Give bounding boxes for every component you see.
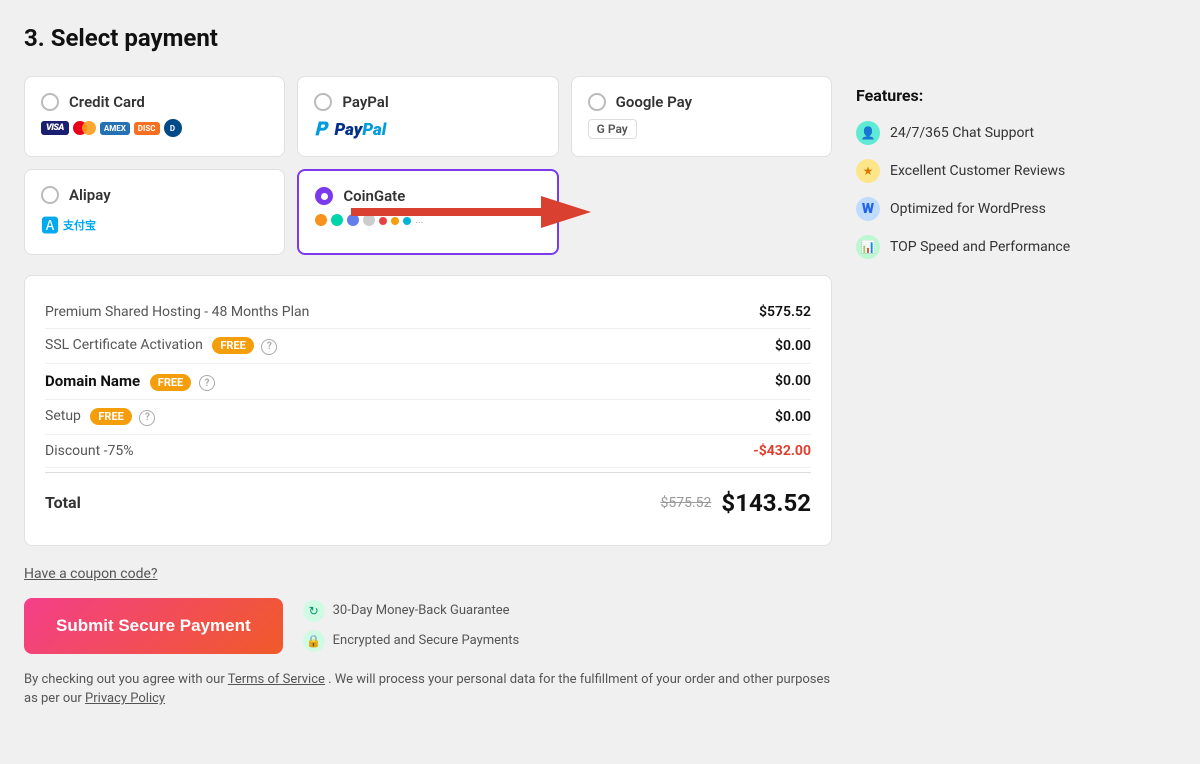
sidebar: Features: 👤 24/7/365 Chat Support ★ Exce… <box>856 76 1176 273</box>
setup-value: $0.00 <box>775 409 811 425</box>
coupon-link[interactable]: Have a coupon code? <box>24 566 832 582</box>
feature-reviews-text: Excellent Customer Reviews <box>890 163 1065 179</box>
lock-icon: 🔒 <box>303 630 325 652</box>
feature-speed: 📊 TOP Speed and Performance <box>856 235 1176 259</box>
order-item-setup: Setup FREE ? $0.00 <box>45 400 811 435</box>
radio-paypal <box>314 93 332 111</box>
feature-reviews: ★ Excellent Customer Reviews <box>856 159 1176 183</box>
ssl-free-badge: FREE <box>212 337 253 354</box>
trust-item-secure: 🔒 Encrypted and Secure Payments <box>303 630 520 652</box>
setup-help-icon[interactable]: ? <box>139 410 155 426</box>
alipay-label: Alipay <box>69 186 111 204</box>
radio-credit-card <box>41 93 59 111</box>
payment-option-credit-card[interactable]: Credit Card VISA AMEX DISC D <box>24 76 285 157</box>
submit-section: Submit Secure Payment ↻ 30-Day Money-Bac… <box>24 598 832 654</box>
litecoin-icon <box>331 214 343 226</box>
hosting-label: Premium Shared Hosting - 48 Months Plan <box>45 304 309 320</box>
arrow-svg <box>351 192 591 232</box>
guarantee-text: 30-Day Money-Back Guarantee <box>333 603 510 618</box>
payment-methods-row1: Credit Card VISA AMEX DISC D PayPal <box>24 76 832 157</box>
visa-icon: VISA <box>41 121 69 135</box>
mastercard-icon <box>73 121 96 135</box>
domain-free-badge: FREE <box>150 374 191 391</box>
gpay-icons: G Pay <box>588 119 815 139</box>
discount-label: Discount -75% <box>45 443 134 459</box>
legal-text: By checking out you agree with our Terms… <box>24 670 832 709</box>
order-total-row: Total $575.52 $143.52 <box>45 473 811 525</box>
wp-icon: W <box>856 197 880 221</box>
bitcoin-icon <box>315 214 327 226</box>
amex-icon: AMEX <box>100 122 130 135</box>
feature-speed-text: TOP Speed and Performance <box>890 239 1070 255</box>
total-new-price: $143.52 <box>721 489 811 517</box>
feature-wordpress: W Optimized for WordPress <box>856 197 1176 221</box>
domain-value: $0.00 <box>775 373 811 389</box>
payment-option-google-pay[interactable]: Google Pay G Pay <box>571 76 832 157</box>
terms-link[interactable]: Terms of Service <box>228 672 325 687</box>
setup-label: Setup FREE ? <box>45 408 155 426</box>
total-values: $575.52 $143.52 <box>661 489 811 517</box>
ssl-label: SSL Certificate Activation FREE ? <box>45 337 277 355</box>
order-item-discount: Discount -75% -$432.00 <box>45 435 811 468</box>
secure-text: Encrypted and Secure Payments <box>333 633 520 648</box>
domain-label: Domain Name FREE ? <box>45 372 215 392</box>
total-old-price: $575.52 <box>661 495 712 511</box>
radio-alipay <box>41 186 59 204</box>
ssl-help-icon[interactable]: ? <box>261 339 277 355</box>
trust-items: ↻ 30-Day Money-Back Guarantee 🔒 Encrypte… <box>303 600 520 652</box>
paypal-logo: PayPal <box>335 120 387 140</box>
total-label: Total <box>45 493 81 512</box>
refresh-icon: ↻ <box>303 600 325 622</box>
privacy-link[interactable]: Privacy Policy <box>85 691 165 706</box>
submit-button[interactable]: Submit Secure Payment <box>24 598 283 654</box>
trust-item-guarantee: ↻ 30-Day Money-Back Guarantee <box>303 600 520 622</box>
discover-icon: DISC <box>134 122 160 135</box>
order-item-hosting: Premium Shared Hosting - 48 Months Plan … <box>45 296 811 329</box>
payment-option-paypal[interactable]: PayPal 𝐏 PayPal <box>297 76 558 157</box>
feature-wp-text: Optimized for WordPress <box>890 201 1046 217</box>
page-title: 3. Select payment <box>24 24 1176 52</box>
payment-option-alipay[interactable]: Alipay 🅰 支付宝 <box>24 169 285 255</box>
setup-free-badge: FREE <box>90 408 131 425</box>
credit-card-icons: VISA AMEX DISC D <box>41 119 268 137</box>
person-icon: 👤 <box>856 121 880 145</box>
ssl-value: $0.00 <box>775 338 811 354</box>
paypal-label: PayPal <box>342 93 388 111</box>
alipay-icon: 🅰 <box>41 212 59 238</box>
alipay-icons: 🅰 支付宝 <box>41 212 268 238</box>
order-item-domain: Domain Name FREE ? $0.00 <box>45 364 811 401</box>
radio-coingate <box>315 187 333 205</box>
hosting-value: $575.52 <box>759 304 811 320</box>
paypal-p-icon: 𝐏 <box>314 119 326 140</box>
discount-value: -$432.00 <box>753 443 811 459</box>
alipay-text: 支付宝 <box>63 217 96 233</box>
diners-icon: D <box>164 119 182 137</box>
domain-help-icon[interactable]: ? <box>199 375 215 391</box>
feature-chat: 👤 24/7/365 Chat Support <box>856 121 1176 145</box>
features-title: Features: <box>856 86 1176 105</box>
red-arrow <box>351 192 591 232</box>
feature-chat-text: 24/7/365 Chat Support <box>890 125 1034 141</box>
order-item-ssl: SSL Certificate Activation FREE ? $0.00 <box>45 329 811 364</box>
radio-google-pay <box>588 93 606 111</box>
paypal-icons: 𝐏 PayPal <box>314 119 541 140</box>
payment-methods-row2: Alipay 🅰 支付宝 CoinGate <box>24 169 832 255</box>
chart-icon: 📊 <box>856 235 880 259</box>
gpay-badge: G Pay <box>588 119 637 139</box>
order-summary: Premium Shared Hosting - 48 Months Plan … <box>24 275 832 546</box>
arrow-area <box>571 169 832 255</box>
star-icon: ★ <box>856 159 880 183</box>
credit-card-label: Credit Card <box>69 93 145 111</box>
google-pay-label: Google Pay <box>616 93 692 111</box>
